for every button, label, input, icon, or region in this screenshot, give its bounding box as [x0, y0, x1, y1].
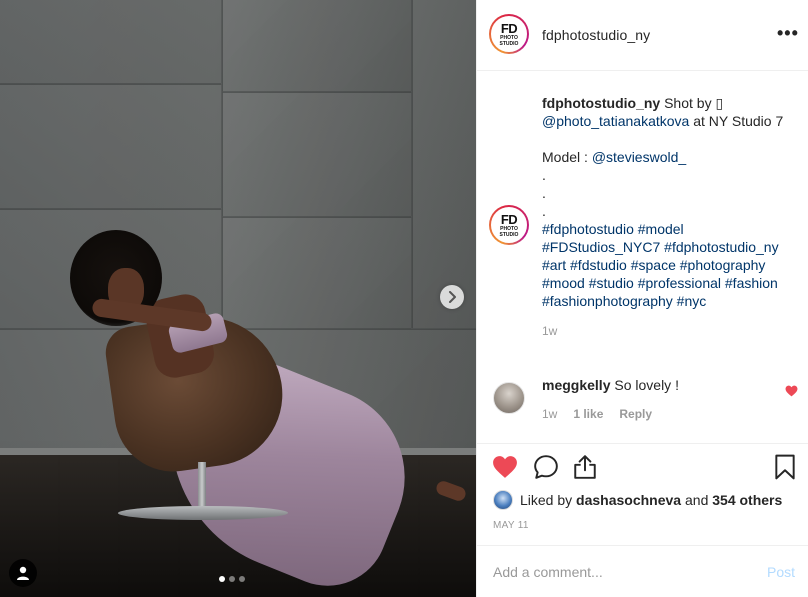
comment-timestamp[interactable]: 1w — [542, 407, 557, 421]
share-icon[interactable] — [572, 454, 598, 480]
wall-panel — [222, 0, 412, 92]
chevron-right-icon[interactable] — [440, 285, 464, 309]
caption-avatar[interactable]: FD PHOTO STUDIO — [489, 205, 529, 245]
wall-panel — [0, 84, 222, 209]
post-date[interactable]: MAY 11 — [493, 520, 529, 531]
avatar[interactable] — [493, 382, 525, 414]
header-username[interactable]: fdphotostudio_ny — [542, 27, 650, 43]
action-bar — [477, 443, 808, 491]
comment-username[interactable]: meggkelly — [542, 377, 610, 393]
carousel-indicator — [219, 576, 245, 582]
carousel-dot — [219, 576, 225, 582]
post-button[interactable]: Post — [767, 564, 795, 580]
caption-username[interactable]: fdphotostudio_ny — [542, 95, 660, 111]
reply-button[interactable]: Reply — [619, 407, 652, 421]
likes-summary: Liked by dashasochneva and 354 others — [493, 490, 782, 510]
post-sidebar: FD PHOTO STUDIO fdphotostudio_ny ••• FD … — [476, 0, 808, 597]
wall-panel — [222, 217, 412, 329]
comment-text: So lovely ! — [610, 377, 679, 393]
comment-likes[interactable]: 1 like — [573, 407, 603, 421]
add-comment-bar: Post — [477, 545, 808, 597]
comment-input[interactable] — [493, 561, 753, 583]
comment-bubble-icon[interactable] — [533, 454, 559, 480]
logo-text: FD — [500, 20, 518, 36]
wall-panel — [222, 92, 412, 217]
caption-timestamp[interactable]: 1w — [542, 322, 792, 340]
wall-panel — [412, 0, 476, 329]
model-link[interactable]: @stevieswold_ — [592, 149, 686, 165]
avatar[interactable] — [493, 490, 513, 510]
camera-glyph: ▯ — [715, 95, 724, 111]
photographer-link[interactable]: @photo_tatianakatkova — [542, 113, 689, 129]
user-tag-icon[interactable] — [9, 559, 37, 587]
more-options-icon[interactable]: ••• — [777, 24, 799, 42]
caption-hashtags[interactable]: #fdphotostudio #model #FDStudios_NYC7 #f… — [542, 220, 792, 310]
post-photo[interactable] — [0, 0, 476, 597]
heart-icon[interactable] — [492, 454, 518, 480]
heart-icon[interactable] — [785, 385, 798, 397]
bookmark-icon[interactable] — [772, 454, 798, 480]
avatar[interactable]: FD PHOTO STUDIO — [489, 14, 529, 54]
carousel-dot — [229, 576, 235, 582]
carousel-dot — [239, 576, 245, 582]
post-caption: fdphotostudio_ny Shot by ▯ @photo_tatian… — [542, 94, 792, 340]
liker-username[interactable]: dashasochneva — [576, 492, 681, 508]
post-header: FD PHOTO STUDIO fdphotostudio_ny ••• — [477, 0, 808, 71]
wall-panel — [0, 0, 222, 84]
others-link[interactable]: 354 others — [712, 492, 782, 508]
chair-stem — [198, 462, 206, 510]
